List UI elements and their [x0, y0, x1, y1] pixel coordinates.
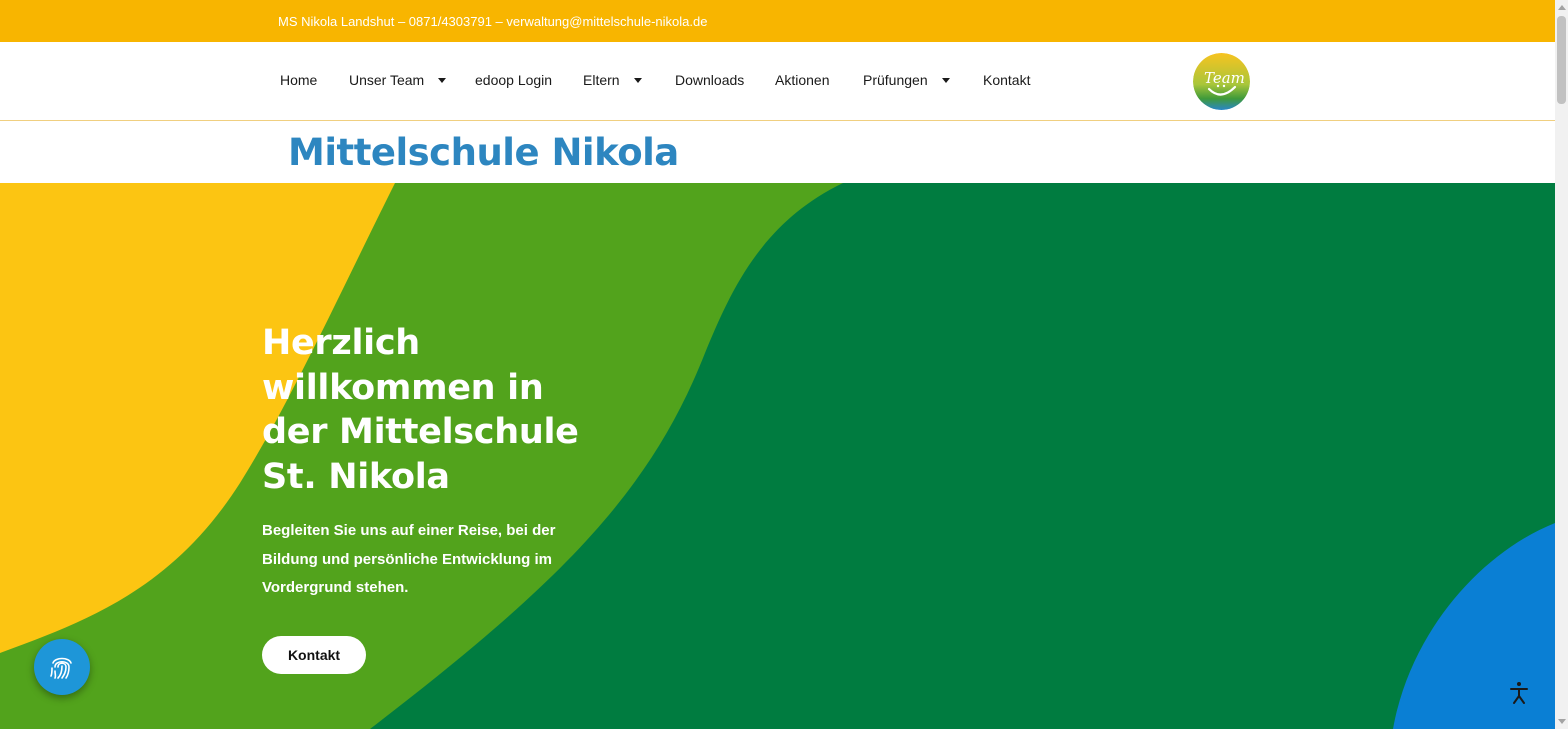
fingerprint-button[interactable] — [34, 639, 90, 695]
nav-downloads[interactable]: Downloads — [675, 72, 744, 88]
nav-home[interactable]: Home — [280, 72, 317, 88]
hero-subtext: Begleiten Sie uns auf einer Reise, bei d… — [262, 522, 556, 596]
nav-eltern-label: Eltern — [583, 72, 620, 88]
nav-unser-team-label: Unser Team — [349, 72, 425, 88]
nav-downloads-label: Downloads — [675, 72, 745, 88]
page-scrollbar[interactable] — [1555, 0, 1568, 729]
nav-aktionen-label: Aktionen — [775, 72, 830, 88]
nav-home-label: Home — [280, 72, 318, 88]
logo-text: Team — [1204, 69, 1245, 87]
nav-pruefungen[interactable]: Prüfungen — [863, 72, 950, 88]
nav-aktionen[interactable]: Aktionen — [775, 72, 829, 88]
main-navigation: Home Unser Team edoop Login Eltern Downl… — [0, 42, 1555, 121]
school-logo[interactable]: Team — [1193, 53, 1250, 110]
nav-eltern[interactable]: Eltern — [583, 72, 642, 88]
nav-kontakt[interactable]: Kontakt — [983, 72, 1030, 88]
chevron-down-icon — [941, 77, 950, 83]
accessibility-icon[interactable] — [1505, 679, 1533, 707]
scroll-thumb[interactable] — [1557, 16, 1566, 104]
scroll-up-icon[interactable] — [1558, 5, 1566, 10]
nav-pruefungen-label: Prüfungen — [863, 72, 928, 88]
site-title: Mittelschule Nikola — [288, 131, 679, 174]
kontakt-button[interactable]: Kontakt — [262, 636, 366, 674]
nav-edoop-login-label: edoop Login — [475, 72, 553, 88]
team-logo-icon: Team — [1193, 53, 1250, 110]
nav-unser-team[interactable]: Unser Team — [349, 72, 447, 88]
top-contact-bar: MS Nikola Landshut – 0871/4303791 – verw… — [0, 0, 1555, 42]
nav-kontakt-label: Kontakt — [983, 72, 1031, 88]
fingerprint-icon — [50, 657, 72, 679]
chevron-down-icon — [438, 77, 447, 83]
contact-info: MS Nikola Landshut – 0871/4303791 – verw… — [278, 14, 708, 29]
title-band: Mittelschule Nikola — [0, 121, 1555, 183]
chevron-down-icon — [633, 77, 642, 83]
hero-section: Herzlich willkommen in der Mittelschule … — [0, 183, 1555, 729]
hero-heading: Herzlich willkommen in der Mittelschule … — [262, 323, 579, 497]
nav-edoop-login[interactable]: edoop Login — [475, 72, 552, 88]
scroll-down-icon[interactable] — [1558, 719, 1566, 724]
hero-background — [0, 183, 1555, 729]
